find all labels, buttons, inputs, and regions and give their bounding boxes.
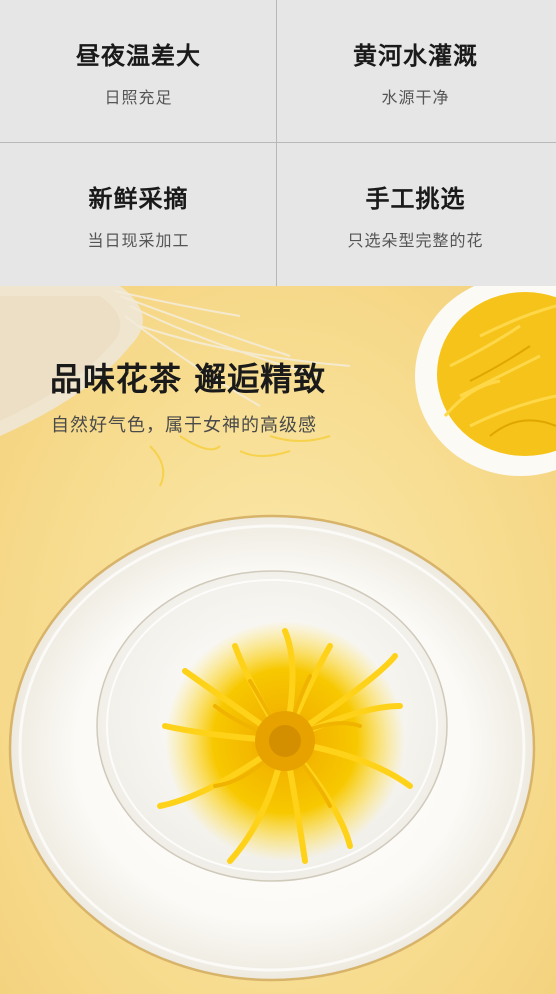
feature-title: 黄河水灌溉: [353, 42, 478, 70]
feature-subtitle: 当日现采加工: [87, 231, 190, 250]
feature-title: 手工挑选: [365, 185, 466, 213]
grid-divider-vertical: [276, 0, 277, 286]
feature-title: 新鲜采摘: [88, 185, 189, 213]
hero-subline: 自然好气色，属于女神的高级感: [51, 415, 317, 436]
bowl: [415, 286, 556, 476]
feature-title: 昼夜温差大: [76, 42, 201, 70]
feature-cell-fresh-picked: 新鲜采摘 当日现采加工: [0, 143, 277, 285]
grid-divider-horizontal: [0, 142, 556, 143]
feature-subtitle: 水源干净: [381, 88, 450, 107]
feature-subtitle: 只选朵型完整的花: [347, 231, 484, 250]
feature-cell-temperature: 昼夜温差大 日照充足: [0, 0, 277, 142]
feature-cell-irrigation: 黄河水灌溉 水源干净: [277, 0, 554, 142]
feature-subtitle: 日照充足: [104, 88, 173, 107]
loose-petals: [149, 435, 331, 487]
feature-grid: 昼夜温差大 日照充足 黄河水灌溉 水源干净 新鲜采摘 当日现采加工 手工挑选 只…: [0, 0, 556, 286]
hero-headline: 品味花茶 邂逅精致: [50, 360, 327, 398]
feature-cell-hand-selected: 手工挑选 只选朵型完整的花: [277, 143, 554, 285]
